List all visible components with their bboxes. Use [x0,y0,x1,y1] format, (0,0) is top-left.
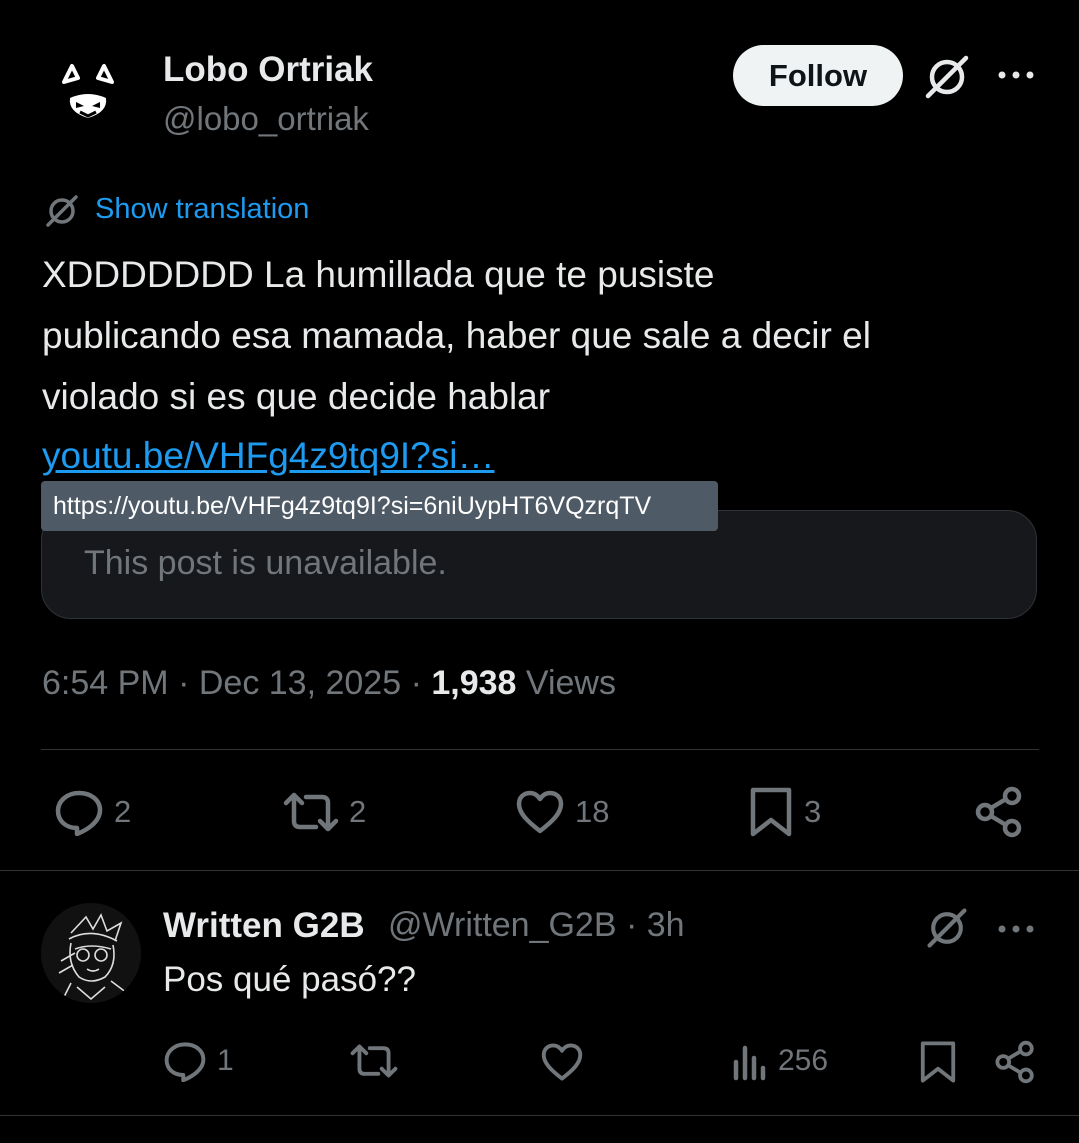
bookmark-count: 3 [804,794,822,829]
reply-reply-count: 1 [217,1044,234,1077]
sketch-avatar-icon [41,903,141,1003]
post-meta: 6:54 PM · Dec 13, 2025 · 1,938 Views [42,664,616,703]
wolf-avatar-icon [42,46,134,138]
quoted-post-unavailable: This post is unavailable. [84,544,447,582]
author-handle[interactable]: @lobo_ortriak [163,100,369,138]
reply-count: 2 [114,794,132,829]
follow-button[interactable]: Follow [733,45,903,106]
like-count: 18 [575,794,610,829]
reply-icon [164,1042,206,1082]
divider [41,749,1039,750]
divider [0,1115,1079,1116]
reply-text: Pos qué pasó?? [163,960,416,999]
reply-button[interactable]: 2 [54,788,131,836]
meta-separator: · [410,664,422,702]
author-avatar[interactable] [42,46,134,138]
like-button[interactable]: 18 [515,789,609,835]
grok-button[interactable] [922,52,972,102]
post-link[interactable]: youtu.be/VHFg4z9tq9I?si… [42,425,494,486]
post-time[interactable]: 6:54 PM [42,664,169,702]
views-label: Views [525,664,616,702]
reply-reply-button[interactable]: 1 [163,1040,234,1082]
analytics-icon [733,1045,766,1081]
reply-author-handle-time[interactable]: @Written_G2B · 3h [388,906,685,945]
share-icon [975,786,1022,838]
more-icon [998,71,1034,79]
reply-bookmark-button[interactable] [918,1040,958,1084]
grok-button[interactable] [924,905,970,951]
grok-icon [927,908,967,948]
repost-button[interactable]: 2 [283,789,366,835]
bookmark-icon [750,787,792,837]
share-icon [995,1040,1034,1084]
post-text: XDDDDDDD La humillada que te pusiste pub… [42,254,871,417]
like-icon [516,790,564,834]
link-tooltip: https://youtu.be/VHFg4z9tq9I?si=6niUypHT… [41,481,718,531]
reply-icon [55,790,103,836]
meta-separator: · [178,664,190,702]
more-icon [998,925,1034,933]
more-button[interactable] [996,60,1036,90]
reply-author-avatar[interactable] [41,903,141,1003]
repost-count: 2 [349,794,367,829]
reply-views-count: 256 [778,1044,829,1077]
post-date[interactable]: Dec 13, 2025 [199,664,401,702]
repost-icon [350,1044,398,1078]
reply-repost-button[interactable] [350,1041,398,1081]
grok-icon [925,55,969,99]
views-count: 1,938 [431,664,517,702]
show-translation-link[interactable]: Show translation [95,193,309,226]
author-name[interactable]: Lobo Ortriak [163,50,373,90]
more-button[interactable] [996,914,1036,944]
translate-icon [44,193,80,229]
bookmark-button[interactable]: 3 [748,786,821,838]
reply-like-button[interactable] [540,1042,584,1082]
divider [0,870,1079,871]
like-icon [541,1043,583,1081]
reply-author-name[interactable]: Written G2B [163,906,365,946]
reply-views-button[interactable]: 256 [732,1040,828,1082]
reply-share-button[interactable] [994,1040,1036,1084]
bookmark-icon [920,1041,956,1083]
repost-icon [283,792,339,832]
share-button[interactable] [974,786,1024,838]
